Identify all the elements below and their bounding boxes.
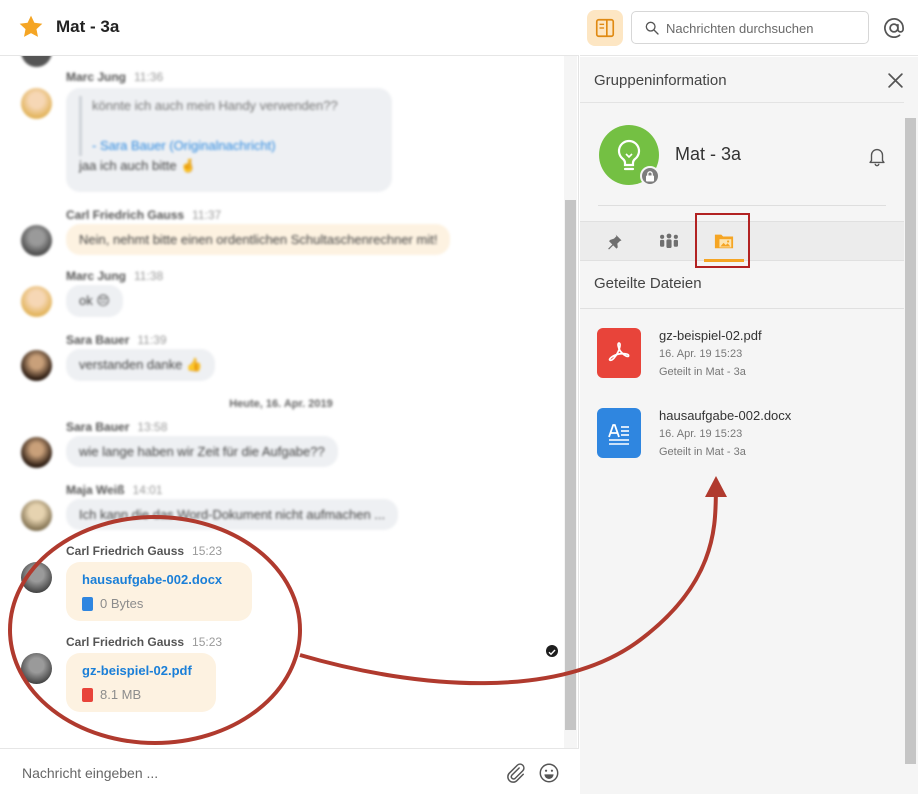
message-time: 15:23 (192, 544, 223, 558)
shared-file-date: 16. Apr. 19 15:23 (659, 428, 743, 440)
avatar (21, 437, 52, 468)
message-composer (0, 748, 579, 794)
message-bubble: ok 😔 (66, 285, 123, 317)
avatar (21, 562, 52, 593)
file-name-link[interactable]: hausaufgabe-002.docx (82, 572, 238, 587)
group-name: Mat - 3a (675, 144, 742, 164)
message-sender: Sara Bauer (66, 420, 130, 434)
message-bubble: Nein, nehmt bitte einen ordentlichen Sch… (66, 224, 451, 255)
read-receipt-icon (546, 645, 558, 657)
file-size: 0 Bytes (100, 596, 144, 611)
avatar (21, 286, 52, 317)
panel-scrollbar[interactable] (905, 118, 916, 764)
docx-icon (82, 596, 93, 611)
message-sender: Carl Friedrich Gauss (66, 208, 185, 222)
close-icon[interactable] (887, 72, 904, 89)
message-text: jaa ich auch bitte 🤞 (79, 158, 197, 173)
bell-icon[interactable] (866, 145, 888, 167)
shared-file-location: Geteilt in Mat - 3a (659, 366, 746, 378)
message-sender: Marc Jung (66, 70, 127, 84)
shared-file-item[interactable]: gz-beispiel-02.pdf 16. Apr. 19 15:23 Get… (580, 328, 904, 398)
quoted-message: könnte ich auch mein Handy verwenden?? -… (79, 96, 379, 156)
divider (580, 102, 904, 103)
shared-file-name: hausaufgabe-002.docx (659, 408, 792, 423)
info-panel-toggle-button[interactable] (587, 10, 623, 46)
pin-icon (608, 234, 622, 250)
mention-icon[interactable] (881, 15, 907, 41)
search-input[interactable] (666, 18, 862, 38)
annotation-highlight-box (695, 213, 750, 268)
emoji-icon[interactable] (538, 762, 560, 784)
docx-icon (597, 408, 641, 458)
avatar (21, 88, 52, 119)
avatar (21, 500, 52, 531)
message-time: 11:39 (137, 333, 167, 347)
message-time: 13:58 (137, 420, 168, 434)
date-separator: Heute, 16. Apr. 2019 (229, 398, 333, 410)
pdf-icon (597, 328, 641, 378)
search-box[interactable] (631, 11, 869, 44)
sidebar-panel-icon (595, 18, 615, 38)
divider (598, 205, 886, 206)
message-time: 11:38 (134, 269, 164, 283)
chat-title: Mat - 3a (56, 17, 120, 36)
tab-pinned[interactable] (594, 222, 634, 262)
message-time: 15:23 (192, 635, 223, 649)
chat-pane: Mat - 3a Marc Jung 11:36 könnte ich auch … (0, 0, 579, 794)
message-time: 14:01 (132, 483, 163, 497)
lock-icon (640, 166, 660, 186)
favorite-star-icon[interactable] (17, 13, 45, 41)
avatar (21, 56, 52, 67)
message-bubble: könnte ich auch mein Handy verwenden?? -… (66, 88, 392, 192)
message-sender: Carl Friedrich Gauss (66, 544, 185, 558)
original-message-link[interactable]: (Originalnachricht) (169, 138, 275, 153)
message-input[interactable] (10, 759, 490, 787)
shared-files-heading: Geteilte Dateien (594, 275, 702, 292)
message-sender: Carl Friedrich Gauss (66, 635, 185, 649)
avatar (21, 653, 52, 684)
chat-header: Mat - 3a (0, 0, 579, 56)
chat-scrollbar-thumb[interactable] (565, 200, 576, 730)
message-sender: Maja Weiß (66, 483, 125, 497)
shared-file-date: 16. Apr. 19 15:23 (659, 348, 743, 360)
pdf-icon (82, 687, 93, 702)
shared-file-name: gz-beispiel-02.pdf (659, 328, 762, 343)
paperclip-icon[interactable] (504, 762, 526, 784)
file-size: 8.1 MB (100, 687, 142, 702)
avatar (21, 225, 52, 256)
message-bubble: verstanden danke 👍 (66, 349, 216, 381)
panel-title: Gruppeninformation (594, 72, 727, 89)
file-attachment[interactable]: gz-beispiel-02.pdf 8.1 MB (66, 653, 216, 712)
message-sender: Marc Jung (66, 269, 127, 283)
avatar (21, 350, 52, 381)
members-icon (660, 233, 678, 248)
message-list[interactable]: Marc Jung 11:36 könnte ich auch mein Hand… (0, 56, 562, 748)
quote-author-link[interactable]: - Sara Bauer (92, 138, 166, 153)
file-name-link[interactable]: gz-beispiel-02.pdf (82, 663, 202, 678)
divider (580, 308, 904, 309)
tab-members[interactable] (649, 222, 689, 262)
message-bubble: Ich kann die das Word-Dokument nicht auf… (66, 499, 399, 530)
shared-file-location: Geteilt in Mat - 3a (659, 446, 746, 458)
shared-file-item[interactable]: hausaufgabe-002.docx 16. Apr. 19 15:23 G… (580, 408, 904, 478)
search-icon (645, 21, 659, 35)
message-sender: Sara Bauer (66, 333, 130, 347)
message-time: 11:37 (192, 208, 222, 222)
message-bubble: wie lange haben wir Zeit für die Aufgabe… (66, 436, 338, 467)
file-attachment[interactable]: hausaufgabe-002.docx 0 Bytes (66, 562, 252, 621)
message-time: 11:36 (134, 70, 164, 84)
